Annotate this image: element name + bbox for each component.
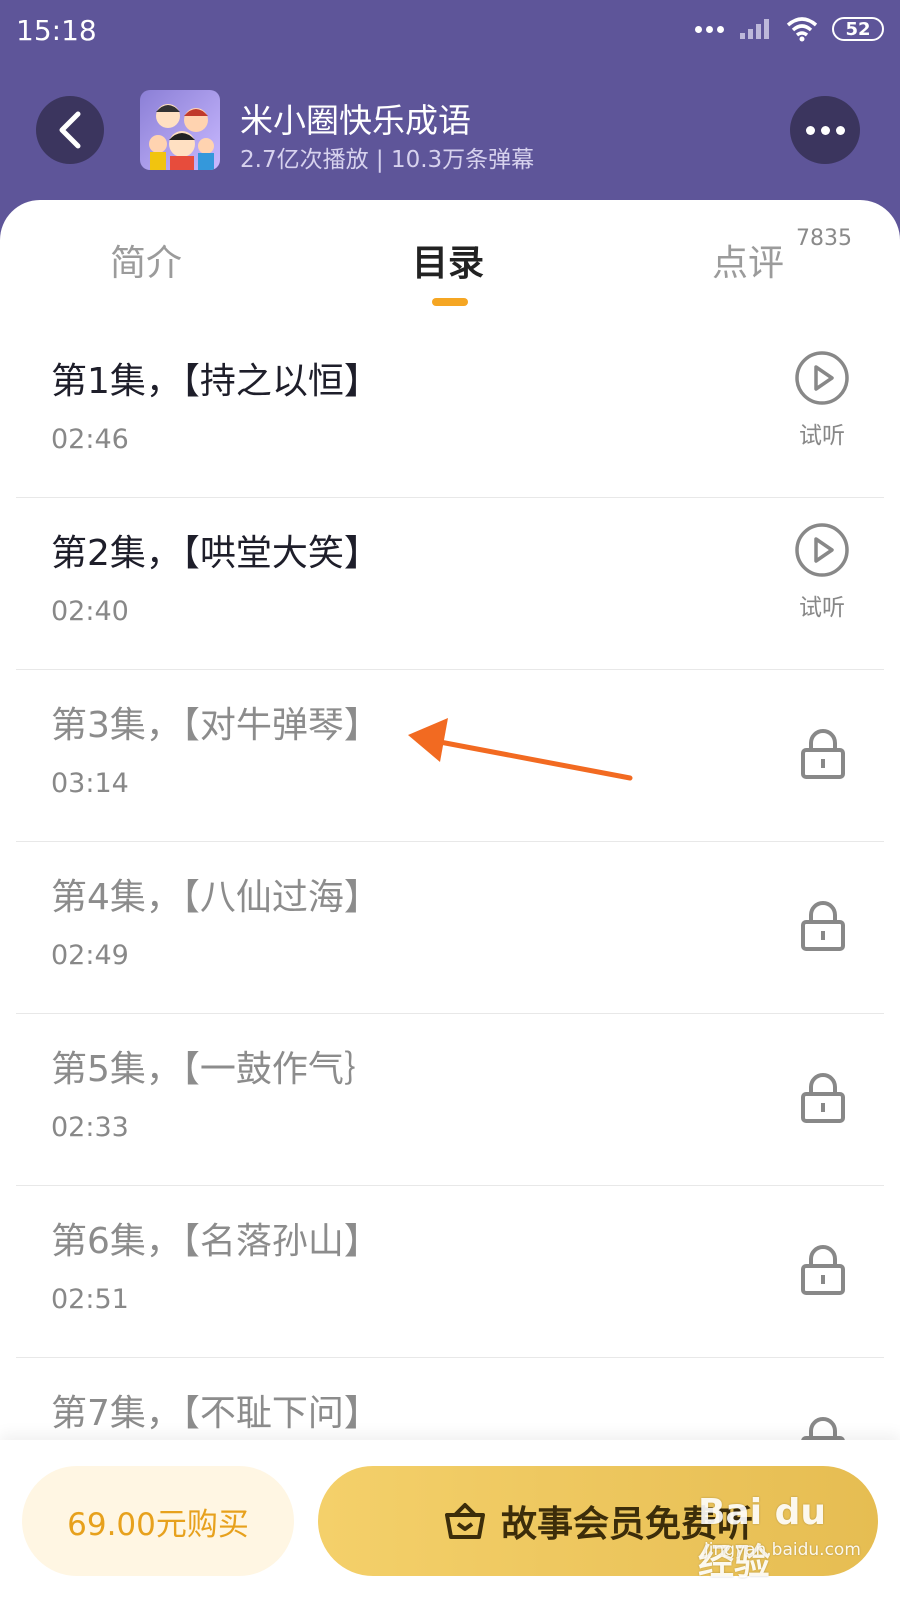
active-tab-indicator: [432, 298, 468, 306]
episode-title: 第1集，【持之以恒】: [51, 361, 380, 402]
episode-list: 第1集，【持之以恒】 02:46 试听 第2集，【哄堂大笑】 02:40 试听: [16, 326, 884, 1530]
episode-title: 第2集，【哄堂大笑】: [51, 533, 380, 574]
tab-intro[interactable]: 简介: [110, 234, 182, 286]
lock-icon: [801, 729, 845, 779]
episode-duration: 02:33: [51, 1112, 129, 1143]
album-cover-image: [140, 90, 220, 170]
review-count: 7835: [796, 226, 852, 251]
wifi-icon: [786, 17, 818, 42]
more-options-button[interactable]: [790, 96, 860, 164]
cartoon-kids-icon: [149, 104, 214, 170]
trial-label: 试听: [799, 423, 845, 449]
lock-icon: [801, 901, 845, 951]
lock-icon: [801, 1245, 845, 1295]
episode-row[interactable]: 第2集，【哄堂大笑】 02:40 试听: [16, 498, 884, 670]
episode-row[interactable]: 第1集，【持之以恒】 02:46 试听: [16, 326, 884, 498]
more-dot-icon: [805, 125, 815, 135]
tab-catalog[interactable]: 目录: [412, 234, 484, 286]
episode-title: 第4集，【八仙过海】: [51, 877, 380, 918]
lock-icon: [801, 1073, 845, 1123]
play-circle-icon: [795, 523, 849, 577]
baidu-jingyan-watermark: Bai du 经验 jingyan.baidu.com: [698, 1492, 868, 1583]
tab-bar: 简介 目录 点评 7835: [0, 200, 900, 310]
back-button[interactable]: [36, 96, 104, 164]
episode-row[interactable]: 第5集，【一鼓作气｝ 02:33: [16, 1014, 884, 1186]
album-stats: 2.7亿次播放 | 10.3万条弹幕: [240, 147, 535, 173]
episode-duration: 02:46: [51, 424, 129, 455]
more-dot-icon: [835, 125, 845, 135]
notification-dots-icon: [695, 25, 724, 33]
more-dot-icon: [820, 125, 830, 135]
album-title: 米小圈快乐成语: [240, 101, 471, 140]
episode-row[interactable]: 第3集，【对牛弹琴】 03:14: [16, 670, 884, 842]
chevron-left-icon: [59, 111, 81, 149]
episode-title: 第5集，【一鼓作气｝: [51, 1049, 380, 1090]
episode-title: 第3集，【对牛弹琴】: [51, 705, 380, 746]
crown-bag-icon: [444, 1503, 485, 1539]
episode-duration: 03:14: [51, 768, 129, 799]
episode-row[interactable]: 第4集，【八仙过海】 02:49: [16, 842, 884, 1014]
episode-duration: 02:51: [51, 1284, 129, 1315]
status-bar: 15:18 52: [0, 0, 900, 64]
watermark-url: jingyan.baidu.com: [704, 1540, 861, 1560]
episode-title: 第6集，【名落孙山】: [51, 1221, 380, 1262]
buy-button[interactable]: 69.00元购买: [22, 1466, 294, 1576]
status-icons: 52: [695, 16, 884, 42]
play-circle-icon: [795, 351, 849, 405]
battery-icon: 52: [832, 17, 884, 41]
watermark-logo: Bai du 经验: [698, 1492, 827, 1583]
content-sheet: 简介 目录 点评 7835 第1集，【持之以恒】 02:46 试听 第2集，【哄…: [0, 200, 900, 1530]
episode-duration: 02:40: [51, 596, 129, 627]
tab-review[interactable]: 点评: [712, 234, 784, 286]
battery-level: 52: [845, 18, 871, 40]
status-time: 15:18: [16, 14, 97, 47]
episode-title: 第7集，【不耻下问】: [51, 1393, 380, 1434]
trial-play-button[interactable]: 试听: [792, 350, 852, 450]
trial-label: 试听: [799, 595, 845, 621]
signal-icon: [740, 19, 769, 39]
episode-duration: 02:49: [51, 940, 129, 971]
episode-row[interactable]: 第6集，【名落孙山】 02:51: [16, 1186, 884, 1358]
trial-play-button[interactable]: 试听: [792, 522, 852, 622]
